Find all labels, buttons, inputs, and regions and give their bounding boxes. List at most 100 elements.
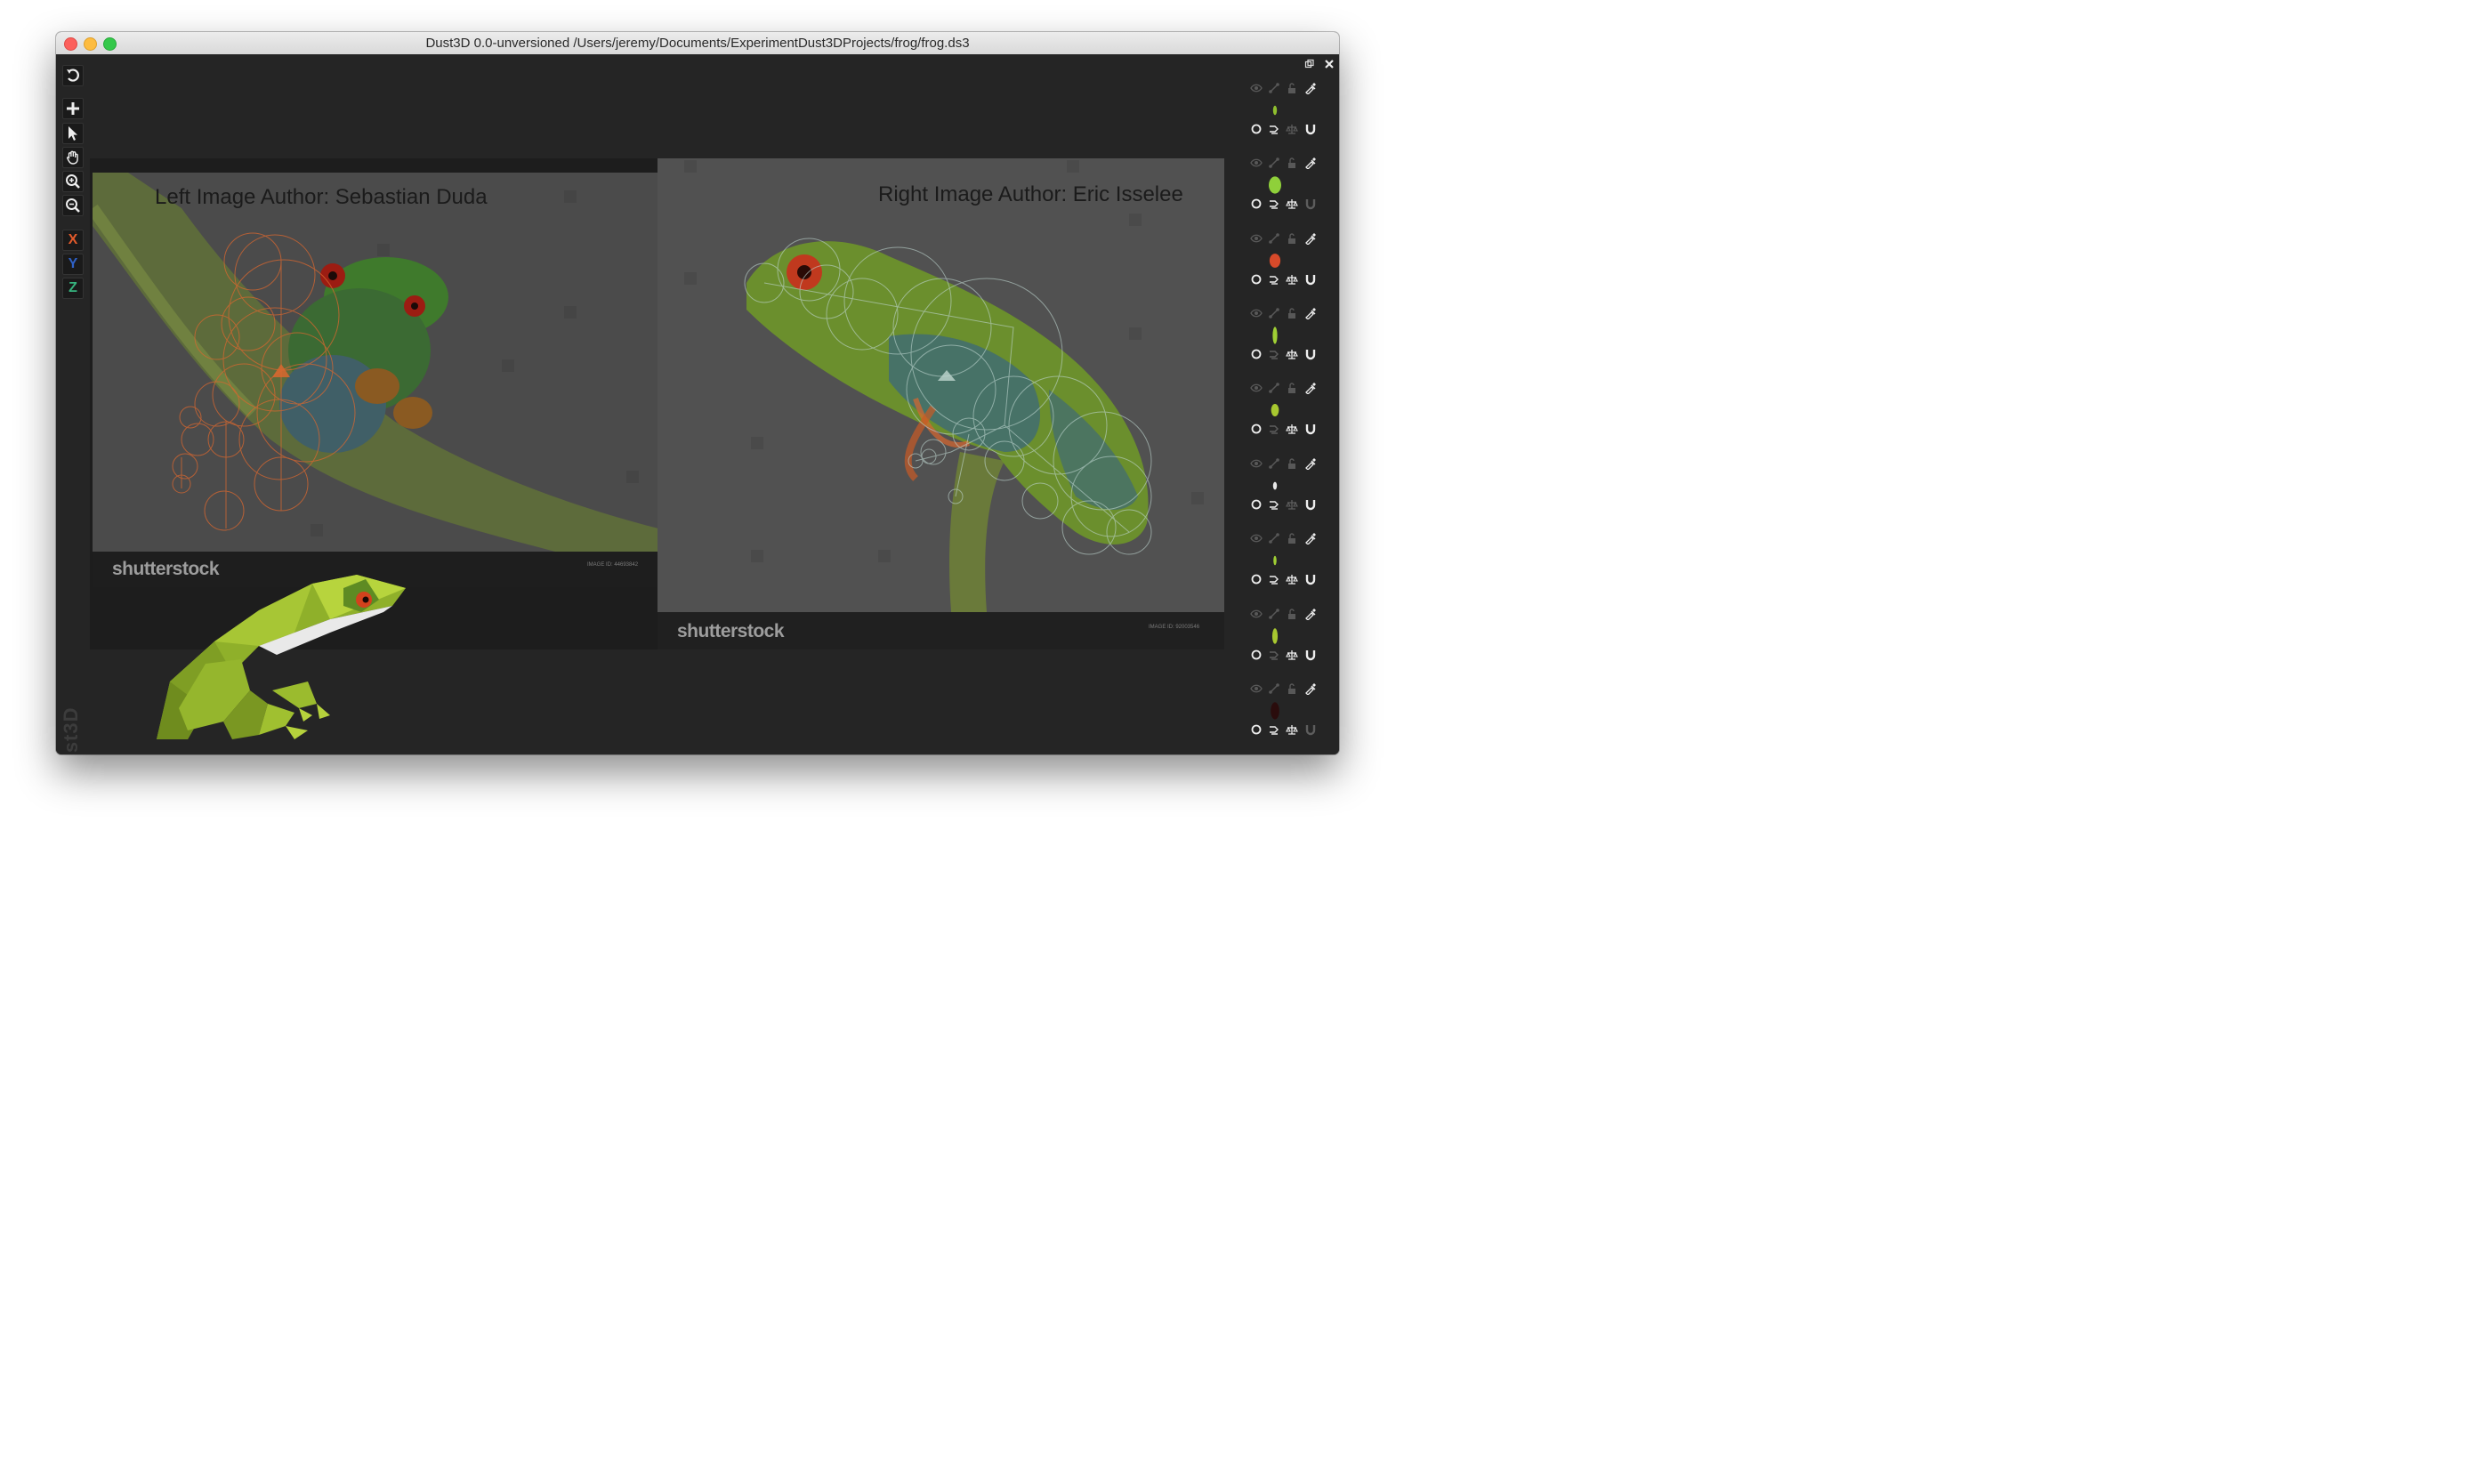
undo-button[interactable] <box>62 65 84 86</box>
balance-icon[interactable] <box>1285 722 1299 737</box>
visibility-icon[interactable] <box>1249 231 1263 246</box>
visibility-icon[interactable] <box>1249 531 1263 545</box>
part-preview-thumbnail[interactable] <box>1269 549 1281 572</box>
subdivide-icon[interactable] <box>1249 122 1263 136</box>
lock-icon[interactable] <box>1285 231 1299 246</box>
visibility-icon[interactable] <box>1249 682 1263 696</box>
part-item[interactable] <box>1242 531 1322 606</box>
magnet-icon[interactable] <box>1303 347 1318 361</box>
lock-icon[interactable] <box>1285 607 1299 621</box>
mirror-icon[interactable] <box>1267 422 1281 436</box>
balance-icon[interactable] <box>1285 347 1299 361</box>
zoom-out-button[interactable] <box>62 195 84 216</box>
part-item[interactable] <box>1242 306 1322 381</box>
mirror-icon[interactable] <box>1267 648 1281 662</box>
visibility-icon[interactable] <box>1249 456 1263 471</box>
part-preview-thumbnail[interactable] <box>1269 625 1281 648</box>
lock-icon[interactable] <box>1285 531 1299 545</box>
part-item[interactable] <box>1242 381 1322 456</box>
lock-icon[interactable] <box>1285 81 1299 95</box>
link-icon[interactable] <box>1267 682 1281 696</box>
subdivide-icon[interactable] <box>1249 422 1263 436</box>
lock-icon[interactable] <box>1285 456 1299 471</box>
mirror-icon[interactable] <box>1267 572 1281 586</box>
mirror-icon[interactable] <box>1267 497 1281 512</box>
magnet-icon[interactable] <box>1303 722 1318 737</box>
link-icon[interactable] <box>1267 381 1281 395</box>
magnet-icon[interactable] <box>1303 272 1318 286</box>
balance-icon[interactable] <box>1285 272 1299 286</box>
part-preview-thumbnail[interactable] <box>1269 249 1281 272</box>
mirror-icon[interactable] <box>1267 347 1281 361</box>
lock-icon[interactable] <box>1285 306 1299 320</box>
magnet-icon[interactable] <box>1303 648 1318 662</box>
part-preview-thumbnail[interactable] <box>1269 173 1281 197</box>
y-axis-lock-button[interactable]: Y <box>62 254 84 275</box>
visibility-icon[interactable] <box>1249 381 1263 395</box>
part-preview-thumbnail[interactable] <box>1269 699 1281 722</box>
model-preview[interactable] <box>152 557 415 753</box>
subdivide-icon[interactable] <box>1249 272 1263 286</box>
link-icon[interactable] <box>1267 231 1281 246</box>
add-node-button[interactable] <box>62 98 84 119</box>
link-icon[interactable] <box>1267 456 1281 471</box>
select-button[interactable] <box>62 123 84 144</box>
lock-icon[interactable] <box>1285 156 1299 170</box>
part-item[interactable] <box>1242 156 1322 230</box>
subdivide-icon[interactable] <box>1249 497 1263 512</box>
subdivide-icon[interactable] <box>1249 197 1263 211</box>
link-icon[interactable] <box>1267 156 1281 170</box>
color-picker-icon[interactable] <box>1303 306 1318 320</box>
link-icon[interactable] <box>1267 306 1281 320</box>
subdivide-icon[interactable] <box>1249 648 1263 662</box>
balance-icon[interactable] <box>1285 497 1299 512</box>
magnet-icon[interactable] <box>1303 497 1318 512</box>
balance-icon[interactable] <box>1285 572 1299 586</box>
subdivide-icon[interactable] <box>1249 572 1263 586</box>
lock-icon[interactable] <box>1285 381 1299 395</box>
z-axis-lock-button[interactable]: Z <box>62 278 84 299</box>
visibility-icon[interactable] <box>1249 306 1263 320</box>
link-icon[interactable] <box>1267 607 1281 621</box>
visibility-icon[interactable] <box>1249 156 1263 170</box>
balance-icon[interactable] <box>1285 422 1299 436</box>
part-preview-thumbnail[interactable] <box>1269 474 1281 497</box>
balance-icon[interactable] <box>1285 122 1299 136</box>
part-item[interactable] <box>1242 607 1322 682</box>
color-picker-icon[interactable] <box>1303 381 1318 395</box>
part-item[interactable] <box>1242 456 1322 531</box>
visibility-icon[interactable] <box>1249 607 1263 621</box>
part-item[interactable] <box>1242 682 1322 754</box>
part-preview-thumbnail[interactable] <box>1269 399 1281 422</box>
part-preview-thumbnail[interactable] <box>1269 99 1281 122</box>
color-picker-icon[interactable] <box>1303 81 1318 95</box>
part-item[interactable] <box>1242 81 1322 156</box>
subdivide-icon[interactable] <box>1249 347 1263 361</box>
part-item[interactable] <box>1242 231 1322 306</box>
balance-icon[interactable] <box>1285 197 1299 211</box>
balance-icon[interactable] <box>1285 648 1299 662</box>
color-picker-icon[interactable] <box>1303 607 1318 621</box>
visibility-icon[interactable] <box>1249 81 1263 95</box>
close-panel-icon[interactable] <box>1324 59 1335 69</box>
link-icon[interactable] <box>1267 531 1281 545</box>
subdivide-icon[interactable] <box>1249 722 1263 737</box>
magnet-icon[interactable] <box>1303 572 1318 586</box>
x-axis-lock-button[interactable]: X <box>62 230 84 251</box>
zoom-in-button[interactable] <box>62 171 84 192</box>
color-picker-icon[interactable] <box>1303 456 1318 471</box>
mirror-icon[interactable] <box>1267 272 1281 286</box>
mirror-icon[interactable] <box>1267 722 1281 737</box>
link-icon[interactable] <box>1267 81 1281 95</box>
float-window-icon[interactable] <box>1304 59 1315 69</box>
side-reference-image[interactable]: Right Image Author: Eric Isselee shutter… <box>658 158 1224 649</box>
drag-button[interactable] <box>62 147 84 168</box>
magnet-icon[interactable] <box>1303 197 1318 211</box>
mirror-icon[interactable] <box>1267 197 1281 211</box>
mirror-icon[interactable] <box>1267 122 1281 136</box>
part-preview-thumbnail[interactable] <box>1269 324 1281 347</box>
color-picker-icon[interactable] <box>1303 531 1318 545</box>
magnet-icon[interactable] <box>1303 422 1318 436</box>
lock-icon[interactable] <box>1285 682 1299 696</box>
color-picker-icon[interactable] <box>1303 682 1318 696</box>
